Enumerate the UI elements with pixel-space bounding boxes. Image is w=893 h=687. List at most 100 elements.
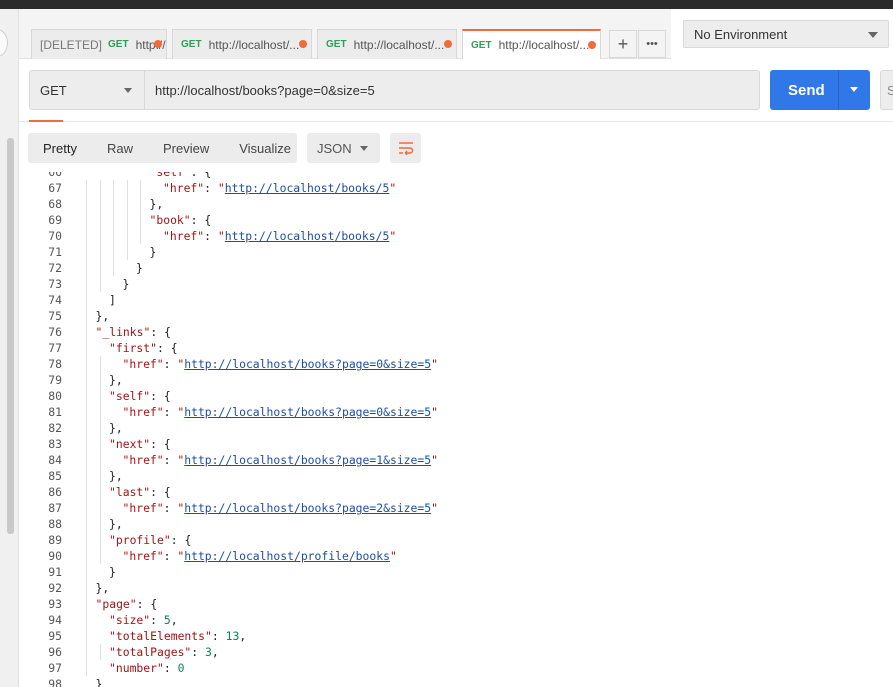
chevron-down-icon <box>868 32 878 38</box>
code-text: }, <box>149 197 164 211</box>
view-pretty-tab[interactable]: Pretty <box>28 141 92 156</box>
code-line: 78 "href": "http://localhost/books?page=0… <box>19 356 893 372</box>
code-line: 72} <box>19 260 893 276</box>
response-scrollbar[interactable] <box>7 138 14 534</box>
code-text: }, <box>109 517 123 531</box>
request-tab-bar: [DELETED] GET http://... GET http://loca… <box>19 9 671 59</box>
code-text: "href": "http://localhost/books/5" <box>163 229 397 243</box>
unsaved-dot-icon <box>154 40 162 48</box>
tab-method: GET <box>471 39 492 51</box>
line-number: 77 <box>48 341 62 355</box>
indent-guide <box>126 180 128 260</box>
indent-guide <box>99 180 101 292</box>
line-number: 97 <box>48 661 62 675</box>
more-icon: ••• <box>646 38 658 50</box>
new-tab-button[interactable]: + <box>609 30 637 58</box>
code-line: 81 "href": "http://localhost/books?page=0… <box>19 404 893 420</box>
line-number: 86 <box>48 485 62 499</box>
code-text: "profile": { <box>109 533 192 547</box>
code-text: } <box>95 677 103 687</box>
tab-deleted-label: [DELETED] <box>40 37 103 52</box>
code-line: 68}, <box>19 196 893 212</box>
section-divider <box>19 121 893 122</box>
request-url-input[interactable]: http://localhost/books?page=0&size=5 <box>144 70 760 110</box>
line-number: 83 <box>48 437 62 451</box>
code-line: 88}, <box>19 516 893 532</box>
line-number: 75 <box>48 309 62 323</box>
code-line: 83 "next": { <box>19 436 893 452</box>
tab-options-button[interactable]: ••• <box>638 30 666 58</box>
code-line: 86 "last": { <box>19 484 893 500</box>
chevron-down-icon[interactable] <box>850 87 858 92</box>
http-method-select[interactable]: GET <box>29 70 145 110</box>
sidebar-collapse-handle[interactable] <box>0 29 8 57</box>
response-body[interactable]: 66 "self": {67 "href": "http://localhost/b… <box>19 172 893 687</box>
save-button[interactable]: S <box>880 70 893 110</box>
line-number: 68 <box>48 197 62 211</box>
unsaved-dot-icon <box>588 41 596 49</box>
code-line: 70 "href": "http://localhost/books/5" <box>19 228 893 244</box>
code-line: 82}, <box>19 420 893 436</box>
line-number: 73 <box>48 277 62 291</box>
environment-select[interactable]: No Environment <box>683 20 889 48</box>
wrap-lines-icon <box>398 142 413 155</box>
code-text: } <box>136 261 143 275</box>
code-text: "last": { <box>109 485 171 499</box>
code-text: } <box>149 245 157 259</box>
tab-url: http://localhost/... <box>498 38 590 52</box>
line-number: 74 <box>48 293 62 307</box>
view-preview-tab[interactable]: Preview <box>148 141 224 156</box>
code-text: "size": 5, <box>109 613 178 627</box>
code-line: 71} <box>19 244 893 260</box>
code-line: 92}, <box>19 580 893 596</box>
code-line: 66 "self": { <box>19 172 893 180</box>
code-text: "self": { <box>109 389 171 403</box>
request-url-value: http://localhost/books?page=0&size=5 <box>155 82 375 98</box>
code-text: }, <box>95 581 110 595</box>
tab-url: http://localhost/... <box>208 37 300 52</box>
line-number: 90 <box>48 549 62 563</box>
plus-icon: + <box>617 33 629 54</box>
view-raw-tab[interactable]: Raw <box>92 141 148 156</box>
code-text: "first": { <box>109 341 178 355</box>
line-number: 98 <box>48 677 62 687</box>
indent-guide <box>140 180 141 244</box>
code-text: "href": "http://localhost/profile/books" <box>122 549 397 563</box>
code-text: "href": "http://localhost/books?page=1&s… <box>122 453 438 467</box>
request-tab-3[interactable]: GET http://localhost/... <box>317 29 457 59</box>
code-line: 90 "href": "http://localhost/profile/book… <box>19 548 893 564</box>
line-number: 76 <box>48 325 62 339</box>
code-text: "number": 0 <box>109 661 185 675</box>
code-text: "next": { <box>109 437 171 451</box>
code-text: }, <box>95 309 110 323</box>
code-line: 98} <box>19 676 893 687</box>
save-label: S <box>887 82 893 98</box>
request-tab-2[interactable]: GET http://localhost/... <box>172 29 312 59</box>
line-number: 70 <box>48 229 62 243</box>
line-number: 94 <box>48 613 62 627</box>
active-section-indicator <box>29 120 63 122</box>
line-number: 69 <box>48 213 62 227</box>
wrap-lines-button[interactable] <box>390 133 421 163</box>
code-line: 91} <box>19 564 893 580</box>
tab-url: http://... <box>135 37 166 52</box>
unsaved-dot-icon <box>444 40 452 48</box>
view-visualize-tab[interactable]: Visualize <box>224 141 306 156</box>
send-button[interactable]: Send <box>770 70 870 110</box>
line-number: 72 <box>48 261 62 275</box>
line-number: 91 <box>48 565 62 579</box>
indent-guide <box>99 356 101 564</box>
code-line: 69 "book": { <box>19 212 893 228</box>
line-number: 95 <box>48 629 62 643</box>
indent-guide <box>99 644 101 660</box>
response-view-tabs: Pretty Raw Preview Visualize <box>28 133 297 163</box>
code-text: "totalPages": 3, <box>109 645 219 659</box>
code-line: 97 "number": 0 <box>19 660 893 676</box>
request-tab-1[interactable]: [DELETED] GET http://... <box>31 29 167 59</box>
code-line: 89 "profile": { <box>19 532 893 548</box>
request-tab-4-active[interactable]: GET http://localhost/... <box>462 29 601 59</box>
line-number: 84 <box>48 453 62 467</box>
response-format-select[interactable]: JSON <box>307 133 380 163</box>
code-text: "totalElements": 13, <box>109 629 247 643</box>
format-label: JSON <box>317 140 352 156</box>
